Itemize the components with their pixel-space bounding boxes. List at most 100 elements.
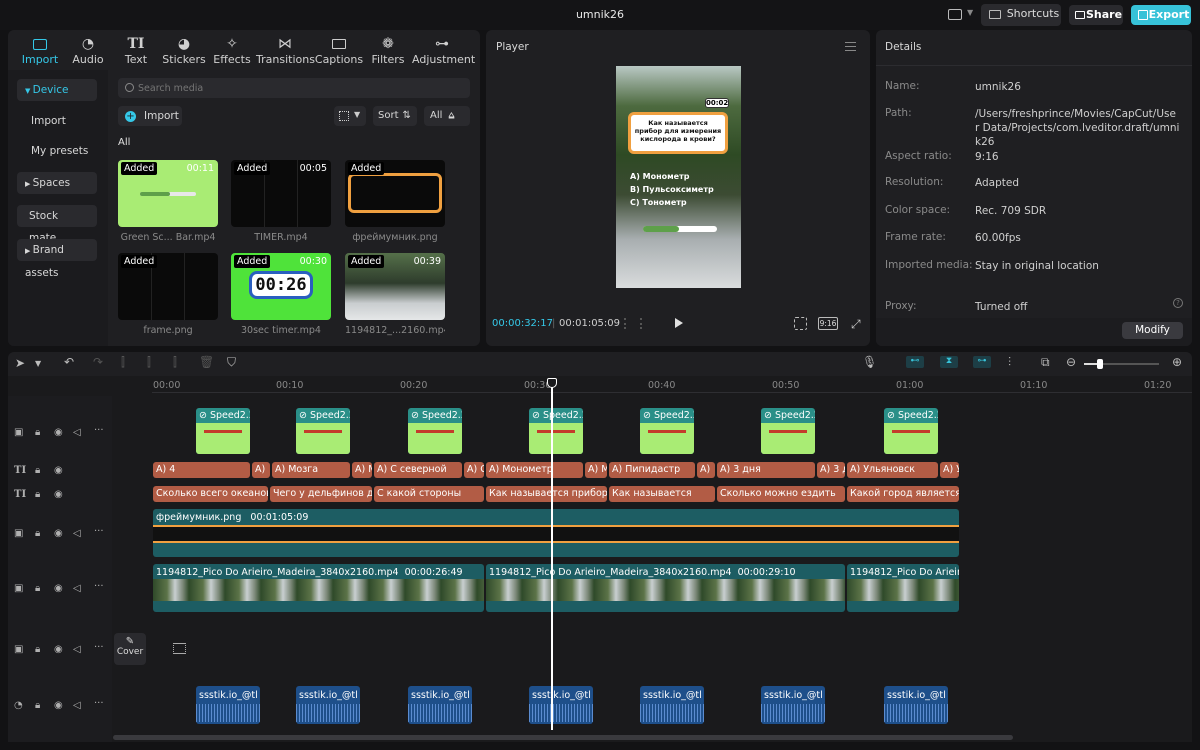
audio-clip[interactable]: ssstik.io_@tl bbox=[196, 686, 260, 724]
play-icon[interactable] bbox=[675, 318, 683, 328]
zoom-in-icon[interactable]: ⊕ bbox=[1172, 355, 1182, 369]
fullscreen-icon[interactable]: ⤢ bbox=[851, 318, 861, 330]
eye-icon[interactable]: ◉ bbox=[54, 528, 63, 539]
audio-clip[interactable]: ssstik.io_@tl bbox=[408, 686, 472, 724]
modify-button[interactable]: Modify bbox=[1122, 322, 1183, 339]
share-button[interactable]: Share bbox=[1069, 5, 1123, 25]
media-item[interactable]: 00:26 Added 00:30 30sec timer.mp4 bbox=[231, 253, 331, 336]
shield-icon[interactable]: ⛉ bbox=[227, 355, 236, 370]
lock-icon[interactable]: 🔒︎ bbox=[35, 427, 40, 438]
zoom-slider[interactable] bbox=[1084, 359, 1159, 369]
auto-snap-icon[interactable]: ⧗ bbox=[940, 356, 958, 368]
tab-filters[interactable]: ❁ Filters bbox=[364, 32, 412, 66]
more-icon[interactable]: ··· bbox=[94, 642, 104, 653]
sort-button[interactable]: Sort ⇅ bbox=[373, 106, 417, 126]
export-button[interactable]: Export bbox=[1131, 5, 1191, 25]
text-clip[interactable]: А) Ульяновск bbox=[847, 462, 938, 478]
sidebar-item-brand-assets[interactable]: ▶ Brand assets bbox=[17, 239, 97, 279]
microphone-icon[interactable]: 🎙 bbox=[862, 355, 877, 369]
text-clip[interactable]: Какой город является bbox=[847, 486, 959, 502]
audio-clip[interactable]: ssstik.io_@tl bbox=[529, 686, 593, 724]
eye-icon[interactable]: ◉ bbox=[54, 465, 63, 476]
tab-stickers[interactable]: ◕ Stickers bbox=[160, 32, 208, 66]
media-item[interactable]: Added 00:11 Green Sc... Bar.mp4 bbox=[118, 160, 218, 243]
text-clip[interactable]: А) 3 д bbox=[817, 462, 845, 478]
more-icon[interactable]: ··· bbox=[94, 526, 104, 537]
text-clip[interactable]: А) Мозга bbox=[272, 462, 350, 478]
speaker-icon[interactable]: ◁ bbox=[73, 644, 81, 655]
split-view-icon[interactable]: ⫶ bbox=[1008, 355, 1011, 370]
menu-icon[interactable] bbox=[845, 42, 856, 51]
search-input[interactable] bbox=[138, 80, 458, 96]
speed-clip[interactable]: ⊘ Speed2.2 bbox=[761, 408, 815, 454]
tab-text[interactable]: TI Text bbox=[112, 32, 160, 66]
filter-button[interactable]: All ⩠ bbox=[424, 106, 470, 126]
speed-clip[interactable]: ⊘ Speed2.2 bbox=[884, 408, 938, 454]
preview-axis-icon[interactable]: ⧉ bbox=[1041, 355, 1050, 370]
tab-effects[interactable]: ✧ Effects bbox=[208, 32, 256, 66]
timeline-scrollbar[interactable] bbox=[113, 735, 1013, 740]
delete-icon[interactable]: 🗑 bbox=[199, 355, 214, 369]
speed-clip[interactable]: ⊘ Speed2.2 bbox=[408, 408, 462, 454]
text-clip[interactable]: А) М bbox=[585, 462, 607, 478]
video-clip[interactable]: 1194812_Pico Do Arieiro_Madeira_3840x216… bbox=[153, 564, 484, 612]
tab-audio[interactable]: ◔ Audio bbox=[64, 32, 112, 66]
sidebar-item-device[interactable]: ▼ Device bbox=[17, 79, 97, 101]
more-icon[interactable]: ··· bbox=[94, 581, 104, 592]
text-clip[interactable]: А) bbox=[697, 462, 715, 478]
cover-button[interactable]: ✎ Cover bbox=[114, 633, 146, 665]
help-icon[interactable]: ? bbox=[1173, 298, 1183, 308]
aspect-ratio-button[interactable]: 9:16 bbox=[818, 317, 838, 330]
text-clip[interactable]: А) С северной bbox=[374, 462, 462, 478]
tab-transitions[interactable]: ⋈ Transitions bbox=[256, 32, 315, 66]
sidebar-item-my-presets[interactable]: My presets bbox=[17, 140, 97, 162]
speaker-icon[interactable]: ◁ bbox=[73, 700, 81, 711]
sidebar-item-spaces[interactable]: ▶ Spaces bbox=[17, 172, 97, 194]
search-box[interactable] bbox=[118, 78, 470, 98]
speaker-icon[interactable]: ◁ bbox=[73, 583, 81, 594]
audio-clip[interactable]: ssstik.io_@tl bbox=[296, 686, 360, 724]
import-button[interactable]: + Import bbox=[118, 106, 182, 126]
tab-adjustment[interactable]: ⊶ Adjustment bbox=[412, 32, 475, 66]
text-clip[interactable]: А) bbox=[252, 462, 270, 478]
lock-icon[interactable]: 🔒︎ bbox=[35, 700, 40, 711]
playhead[interactable] bbox=[551, 378, 553, 730]
text-clip[interactable]: А) С bbox=[464, 462, 484, 478]
playhead-handle[interactable] bbox=[547, 378, 557, 388]
magnet-link-icon[interactable]: ⊷ bbox=[906, 356, 924, 368]
lock-icon[interactable]: 🔒︎ bbox=[35, 489, 40, 500]
text-clip[interactable]: А) Монометр bbox=[486, 462, 583, 478]
select-cursor-icon[interactable]: ➤ bbox=[15, 356, 25, 370]
text-clip[interactable]: Как называется bbox=[609, 486, 715, 502]
speed-clip[interactable]: ⊘ Speed2.2 bbox=[529, 408, 583, 454]
speed-clip[interactable]: ⊘ Speed2.2 bbox=[196, 408, 250, 454]
focus-icon[interactable] bbox=[794, 317, 807, 330]
media-item[interactable]: Added 00:39 1194812_...2160.mp4 bbox=[345, 253, 445, 336]
text-clip[interactable]: А) М bbox=[352, 462, 372, 478]
zoom-out-icon[interactable]: ⊖ bbox=[1066, 355, 1076, 369]
media-item[interactable]: Added 00:05 TIMER.mp4 bbox=[231, 160, 331, 243]
lock-icon[interactable]: 🔒︎ bbox=[35, 528, 40, 539]
speaker-icon[interactable]: ◁ bbox=[73, 427, 81, 438]
speaker-icon[interactable]: ◁ bbox=[73, 528, 81, 539]
eye-icon[interactable]: ◉ bbox=[54, 644, 63, 655]
chevron-down-icon[interactable]: ▼ bbox=[35, 359, 41, 368]
timeline-grid-icon[interactable] bbox=[624, 318, 642, 329]
more-icon[interactable]: ··· bbox=[94, 698, 104, 709]
audio-clip[interactable]: ssstik.io_@tl bbox=[884, 686, 948, 724]
shortcuts-button[interactable]: Shortcuts bbox=[981, 4, 1061, 26]
text-clip[interactable]: Сколько всего океанов bbox=[153, 486, 268, 502]
video-clip[interactable]: 1194812_Pico Do Arieiro_Madeira_3840x216… bbox=[486, 564, 845, 612]
chevron-down-icon[interactable]: ▼ bbox=[967, 8, 973, 17]
speed-clip[interactable]: ⊘ Speed2.2 bbox=[640, 408, 694, 454]
eye-icon[interactable]: ◉ bbox=[54, 427, 63, 438]
text-clip[interactable]: А) У bbox=[940, 462, 959, 478]
text-clip[interactable]: А) Пипидастр bbox=[609, 462, 695, 478]
speed-clip[interactable]: ⊘ Speed2.2 bbox=[296, 408, 350, 454]
tab-captions[interactable]: Captions bbox=[314, 32, 364, 66]
view-toggle-button[interactable]: ▼ bbox=[334, 106, 366, 126]
eye-icon[interactable]: ◉ bbox=[54, 700, 63, 711]
tab-import[interactable]: Import bbox=[16, 32, 64, 66]
redo-icon[interactable]: ↷ bbox=[93, 355, 103, 369]
text-clip[interactable]: Чего у дельфинов два bbox=[270, 486, 372, 502]
